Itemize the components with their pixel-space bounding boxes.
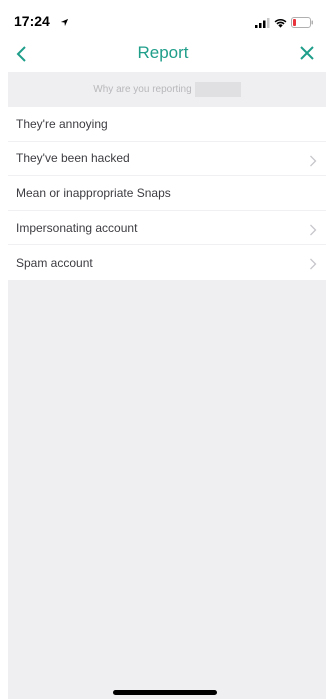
option-label: Spam account (16, 255, 93, 270)
status-bar: 17:24 (0, 0, 326, 36)
option-hacked[interactable]: They've been hacked (8, 142, 326, 177)
chevron-right-icon (309, 223, 317, 236)
chevron-right-icon (309, 257, 317, 270)
option-label: They're annoying (16, 116, 108, 131)
page-title: Report (137, 43, 189, 62)
option-annoying[interactable]: They're annoying (8, 107, 326, 142)
location-arrow-icon (60, 14, 69, 32)
report-content: Why are you reporting They're annoying T… (8, 72, 326, 699)
option-spam[interactable]: Spam account (8, 245, 326, 280)
report-prompt: Why are you reporting (8, 72, 326, 107)
prompt-text: Why are you reporting (93, 84, 192, 95)
nav-bar: Report (0, 36, 326, 70)
chevron-right-icon (309, 154, 317, 167)
option-mean-snaps[interactable]: Mean or inappropriate Snaps (8, 176, 326, 211)
wifi-icon (274, 15, 287, 33)
report-options-list: They're annoying They've been hacked Mea… (8, 107, 326, 280)
close-icon[interactable] (298, 44, 316, 62)
option-label: Impersonating account (16, 220, 138, 235)
report-screen: 17:24 Report Why are you reporting They'… (0, 0, 326, 699)
option-impersonating[interactable]: Impersonating account (8, 211, 326, 246)
battery-low-icon (291, 15, 314, 33)
redacted-username (194, 82, 241, 97)
status-time: 17:24 (14, 13, 50, 29)
home-indicator[interactable] (113, 690, 217, 695)
status-icons (255, 15, 314, 33)
option-label: Mean or inappropriate Snaps (16, 185, 171, 200)
option-label: They've been hacked (16, 151, 130, 166)
signal-icon (255, 15, 270, 33)
